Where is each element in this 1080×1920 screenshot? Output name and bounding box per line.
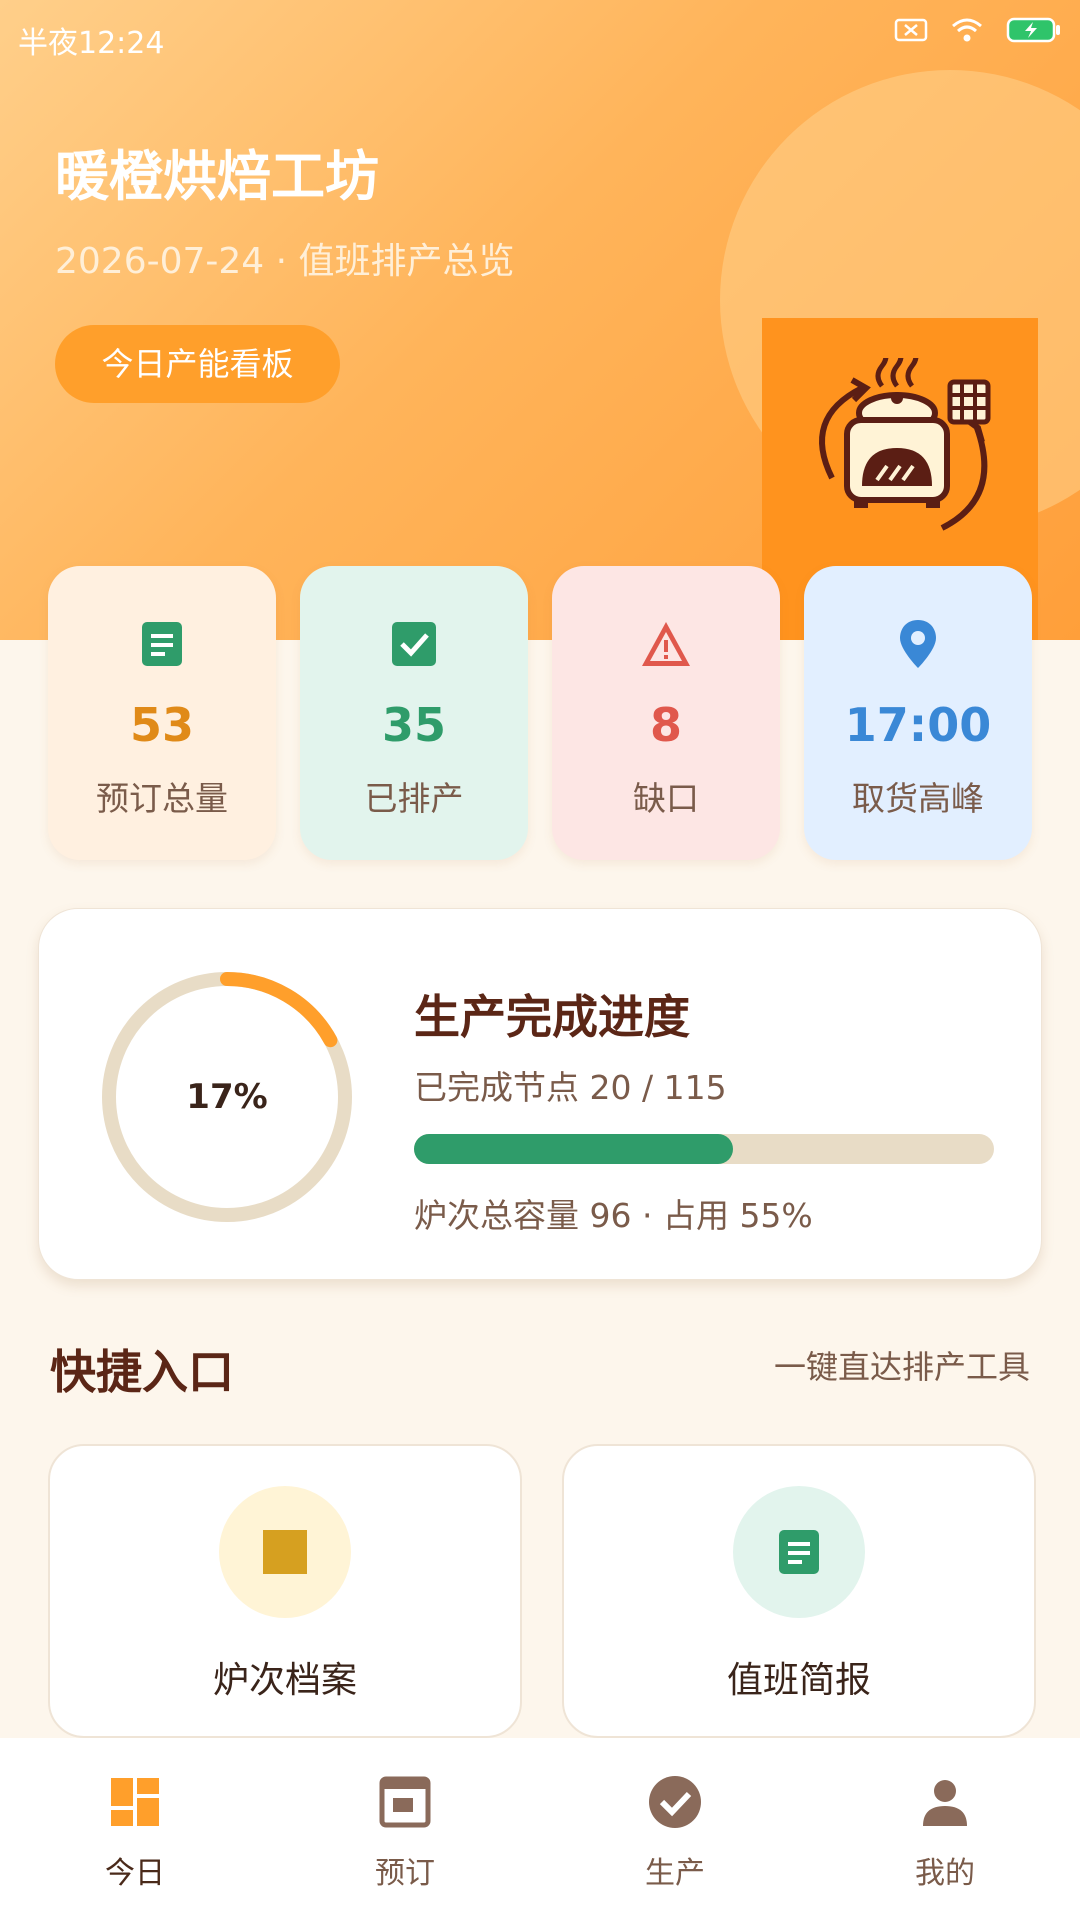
stat-label: 已排产 [364,779,464,818]
header-banner: 半夜12:24 暖橙烘焙工坊 2026-07-24 · 值班排产总览 今日产能看… [0,0,1080,640]
progress-title: 生产完成进度 [414,990,690,1044]
oven-capacity-text: 炉次总容量 96 · 占用 55% [414,1196,813,1235]
stat-card-orders[interactable]: 53 预订总量 [48,566,276,860]
battery-icon [1006,17,1060,43]
stat-value: 35 [381,698,446,752]
stat-value: 53 [129,698,194,752]
progress-percent: 17% [186,1077,268,1117]
summary-stats: 53 预订总量 35 已排产 8 缺口 17:00 取货高峰 [48,566,1032,860]
status-bar: 半夜12:24 [0,0,1080,80]
icon-circle [219,1486,351,1618]
document-icon [142,622,182,666]
stat-value: 8 [649,698,682,752]
section-title: 快捷入口 [50,1345,234,1399]
status-time: 半夜12:24 [18,26,165,61]
sim-icon [894,18,928,42]
capacity-bar-fill [414,1134,733,1164]
warning-icon [642,622,690,666]
stat-label: 预订总量 [96,779,228,818]
quick-entry-shift-report[interactable]: 值班简报 [562,1444,1036,1738]
tab-label: 生产 [645,1856,705,1891]
person-icon [923,1780,967,1826]
dashboard-icon [111,1778,159,1826]
quick-entry-oven-archive[interactable]: 炉次档案 [48,1444,522,1738]
calendar-icon [379,1776,431,1828]
document-icon [779,1530,819,1574]
tab-today[interactable]: 今日 [35,1774,235,1892]
bottom-tab-bar: 今日 预订 生产 我的 [0,1738,1080,1920]
capacity-bar [414,1134,994,1164]
tab-mine[interactable]: 我的 [845,1774,1045,1892]
stat-card-scheduled[interactable]: 35 已排产 [300,566,528,860]
tab-label: 我的 [915,1856,975,1891]
completed-nodes: 已完成节点 20 / 115 [414,1068,727,1107]
icon-circle [733,1486,865,1618]
tab-label: 今日 [105,1856,165,1891]
tab-label: 预订 [375,1856,435,1891]
check-box-icon [392,622,436,666]
production-progress-card: 17% 生产完成进度 已完成节点 20 / 115 炉次总容量 96 · 占用 … [38,908,1042,1280]
page-subtitle: 2026-07-24 · 值班排产总览 [55,241,515,282]
stat-card-pickup-peak[interactable]: 17:00 取货高峰 [804,566,1032,860]
quick-entry-label: 值班简报 [726,1660,871,1701]
tab-orders[interactable]: 预订 [305,1774,505,1892]
wifi-icon [952,18,982,42]
scheduling-tools-link[interactable]: 一键直达排产工具 [774,1342,1030,1388]
check-circle-icon [649,1776,701,1828]
stat-label: 缺口 [633,779,699,818]
quick-entry-label: 炉次档案 [212,1660,357,1701]
stat-card-shortage[interactable]: 8 缺口 [552,566,780,860]
location-pin-icon [900,620,936,668]
capacity-board-button[interactable]: 今日产能看板 [55,325,340,403]
square-icon [263,1530,307,1574]
app-title: 暖橙烘焙工坊 [55,145,379,208]
stat-label: 取货高峰 [852,779,984,818]
stat-value: 17:00 [844,698,992,752]
oven-cycle-icon [819,358,991,531]
tab-production[interactable]: 生产 [575,1774,775,1892]
